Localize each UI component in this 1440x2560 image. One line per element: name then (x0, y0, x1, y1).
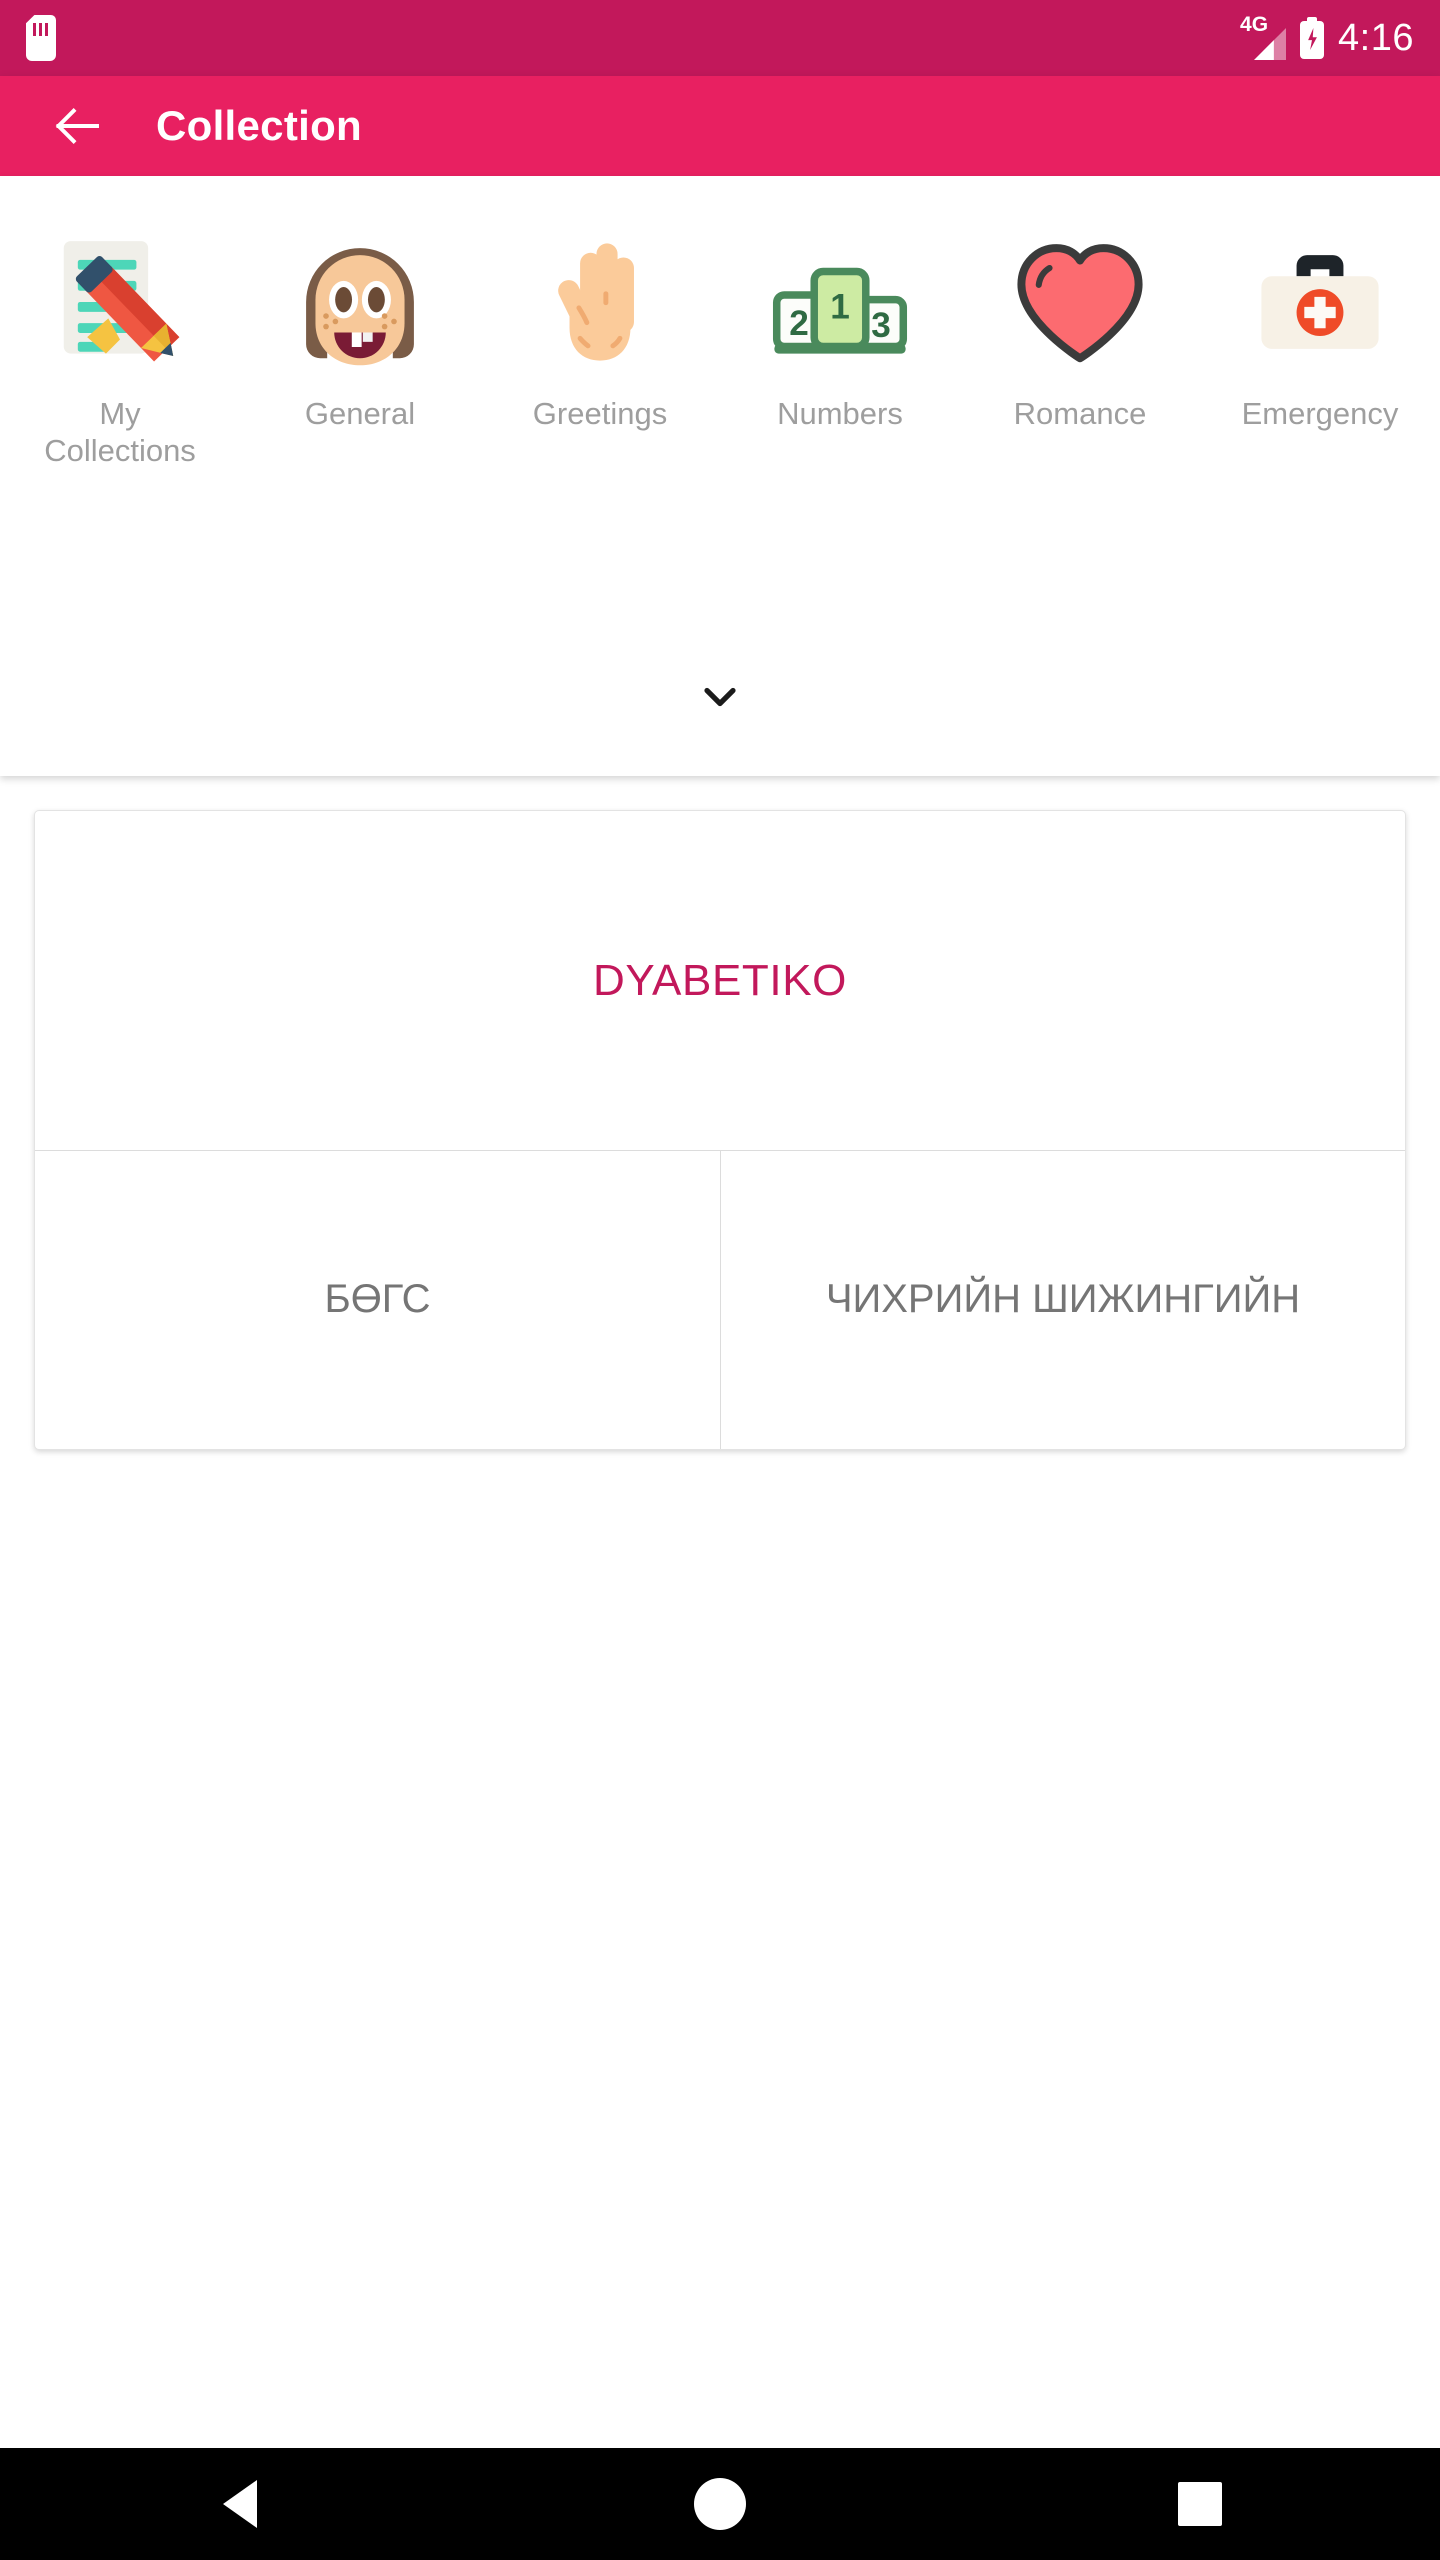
category-item-emergency[interactable]: Emergency (1200, 222, 1440, 469)
category-item-general[interactable]: General (240, 222, 480, 469)
podium-123-icon: 2 1 3 (761, 222, 919, 382)
nav-recents-square-icon[interactable] (1140, 2448, 1260, 2560)
status-bar-clock: 4:16 (1338, 16, 1414, 59)
category-label: My Collections (44, 396, 196, 468)
category-label: Numbers (777, 396, 903, 431)
battery-charging-icon (1300, 17, 1325, 59)
sd-card-icon (26, 15, 56, 61)
app-bar: Collection (0, 76, 1440, 176)
translation-row: БӨГС ЧИХРИЙН ШИЖИНГИЙН (35, 1151, 1405, 1449)
category-label: Emergency (1241, 396, 1399, 431)
categories-row: My Collections General Greetings 2 1 3 N… (0, 222, 1440, 469)
translation-text: ЧИХРИЙН ШИЖИНГИЙН (825, 1277, 1301, 1322)
page-title: Collection (156, 102, 363, 149)
category-item-numbers[interactable]: 2 1 3 Numbers (720, 222, 960, 469)
chevron-down-icon (704, 687, 736, 707)
status-bar-right-cluster: 4G 4:16 (1240, 14, 1414, 60)
category-label: Romance (1013, 396, 1147, 431)
nav-back-triangle-icon[interactable] (180, 2448, 300, 2560)
category-item-romance[interactable]: Romance (960, 222, 1200, 469)
open-hand-icon (521, 222, 679, 382)
nav-home-circle-icon[interactable] (660, 2448, 780, 2560)
category-label: General (304, 396, 416, 431)
memo-pencil-icon (41, 222, 199, 382)
expand-categories-button[interactable] (0, 662, 1440, 732)
back-arrow-icon[interactable] (48, 98, 104, 154)
source-phrase-text: DYABETIKO (593, 955, 847, 1005)
category-item-greetings[interactable]: Greetings (480, 222, 720, 469)
categories-panel: My Collections General Greetings 2 1 3 N… (0, 176, 1440, 776)
heart-icon (1001, 222, 1159, 382)
svg-text:2: 2 (789, 304, 809, 343)
svg-text:3: 3 (871, 306, 891, 345)
translation-card[interactable]: DYABETIKO БӨГС ЧИХРИЙН ШИЖИНГИЙН (34, 810, 1406, 1450)
translation-text: БӨГС (324, 1277, 431, 1322)
girl-face-icon (281, 222, 439, 382)
status-bar: 4G 4:16 (0, 0, 1440, 76)
translation-cell[interactable]: ЧИХРИЙН ШИЖИНГИЙН (720, 1151, 1405, 1449)
signal-bars-icon: 4G (1240, 14, 1287, 60)
translation-cell[interactable]: БӨГС (35, 1151, 720, 1449)
first-aid-kit-icon (1241, 222, 1399, 382)
source-phrase-area[interactable]: DYABETIKO (35, 811, 1405, 1151)
category-item-my-collections[interactable]: My Collections (0, 222, 240, 469)
category-label: Greetings (532, 396, 668, 431)
android-navigation-bar (0, 2448, 1440, 2560)
svg-text:1: 1 (830, 287, 850, 326)
